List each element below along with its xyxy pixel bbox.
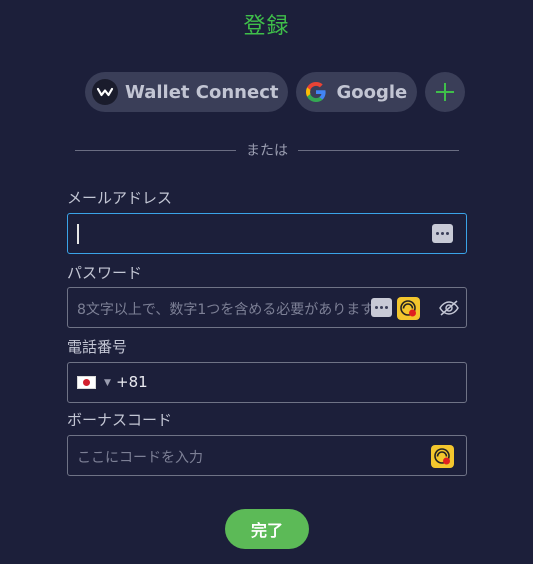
divider-line-right [298, 149, 459, 151]
divider-line-left [75, 149, 236, 151]
email-field[interactable] [67, 213, 467, 254]
social-login-row: Wallet Connect Google [85, 72, 466, 112]
google-icon [303, 79, 329, 105]
walletconnect-button[interactable]: Wallet Connect [85, 72, 289, 112]
page-title: 登録 [243, 14, 290, 39]
divider-text: または [246, 143, 288, 159]
text-caret [77, 224, 79, 244]
country-code: +81 [116, 373, 148, 391]
password-label: パスワード [67, 264, 143, 282]
or-divider: または [75, 140, 459, 160]
submit-button[interactable]: 完了 [225, 509, 309, 549]
phone-label: 電話番号 [67, 338, 128, 356]
extension-icon[interactable] [431, 445, 454, 468]
walletconnect-icon [92, 79, 118, 105]
more-options-button[interactable] [425, 72, 466, 112]
password-manager-icon[interactable] [371, 298, 392, 317]
password-manager-icon[interactable] [432, 224, 453, 243]
password-placeholder: 8文字以上で、数字1つを含める必要があります [77, 302, 375, 318]
plus-icon [436, 83, 455, 101]
walletconnect-label: Wallet Connect [125, 81, 279, 103]
bonus-code-label: ボーナスコード [67, 411, 173, 429]
chevron-down-icon[interactable]: ▼ [104, 378, 111, 388]
password-field[interactable]: 8文字以上で、数字1つを含める必要があります [67, 287, 467, 328]
phone-field[interactable]: ▼ +81 [67, 362, 467, 403]
bonus-code-field[interactable]: ここにコードを入力 [67, 435, 467, 476]
eye-off-icon[interactable] [438, 299, 460, 317]
extension-icon[interactable] [397, 297, 420, 320]
japan-flag-icon[interactable] [77, 376, 96, 389]
google-label: Google [336, 81, 408, 103]
bonus-code-placeholder: ここにコードを入力 [77, 450, 203, 466]
google-button[interactable]: Google [296, 72, 418, 112]
email-label: メールアドレス [67, 189, 173, 207]
